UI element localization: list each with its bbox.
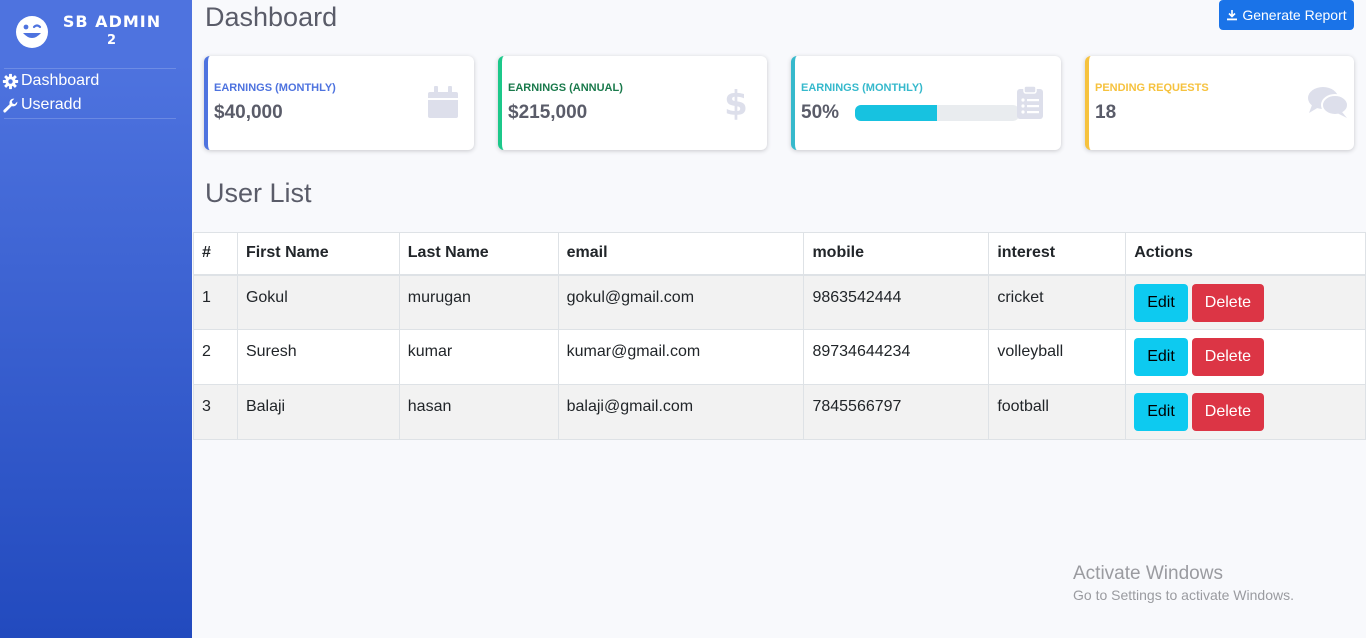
- card-earnings-monthly: Earnings (Monthly) $40,000: [204, 56, 474, 150]
- sidebar-divider: [4, 118, 176, 119]
- cell-interest: volleyball: [988, 329, 1127, 385]
- activate-windows-watermark: Activate Windows Go to Settings to activ…: [1073, 562, 1294, 605]
- user-list-title: User List: [205, 178, 312, 208]
- column-header: Last Name: [398, 232, 559, 276]
- cell-interest: cricket: [988, 274, 1127, 330]
- column-header: mobile: [803, 232, 990, 276]
- edit-button[interactable]: Edit: [1134, 283, 1188, 322]
- cell-first-name: Balaji: [236, 384, 400, 440]
- card-label: Earnings (Monthly): [801, 82, 923, 94]
- calendar-icon: [428, 86, 458, 118]
- cell-email: balaji@gmail.com: [557, 384, 805, 440]
- card-earnings-annual: Earnings (Annual) $215,000 $: [498, 56, 767, 150]
- user-table: # First Name Last Name email mobile inte…: [193, 232, 1366, 440]
- delete-button[interactable]: Delete: [1191, 393, 1265, 431]
- card-value: $215,000: [508, 102, 588, 123]
- card-value: 50%: [801, 102, 840, 123]
- cell-id: 2: [193, 329, 238, 385]
- gear-icon: [2, 73, 19, 89]
- generate-report-button[interactable]: Generate Report: [1219, 0, 1354, 30]
- progress-fill: [855, 105, 937, 121]
- cell-actions: Edit Delete: [1125, 274, 1366, 330]
- card-value: $40,000: [214, 102, 283, 123]
- table-row: 1 Gokul murugan gokul@gmail.com 98635424…: [193, 274, 1366, 330]
- wrench-icon: [3, 98, 18, 113]
- brand[interactable]: SB ADMIN 2: [0, 0, 192, 68]
- column-header: Actions: [1125, 232, 1366, 276]
- cell-actions: Edit Delete: [1125, 329, 1366, 385]
- cell-email: gokul@gmail.com: [557, 274, 805, 330]
- cell-mobile: 89734644234: [803, 329, 990, 385]
- column-header: #: [193, 232, 238, 276]
- card-pending-requests: Pending Requests 18: [1085, 56, 1354, 150]
- edit-button[interactable]: Edit: [1134, 393, 1188, 431]
- cell-email: kumar@gmail.com: [557, 329, 805, 385]
- cell-id: 3: [193, 384, 238, 440]
- progress-bar: [855, 105, 1019, 121]
- card-label: Pending Requests: [1095, 82, 1209, 94]
- cell-actions: Edit Delete: [1125, 384, 1366, 440]
- delete-button[interactable]: Delete: [1191, 338, 1265, 376]
- cell-id: 1: [193, 274, 238, 330]
- sidebar: SB ADMIN 2 Dashboard Useradd: [0, 0, 192, 638]
- watermark-title: Activate Windows: [1073, 563, 1223, 584]
- svg-text:$: $: [724, 84, 748, 120]
- watermark-subtitle: Go to Settings to activate Windows.: [1073, 587, 1294, 603]
- column-header: email: [557, 232, 805, 276]
- cell-last-name: kumar: [398, 329, 559, 385]
- download-icon: [1227, 10, 1238, 21]
- comments-icon: [1308, 87, 1349, 118]
- cell-mobile: 7845566797: [803, 384, 990, 440]
- delete-button[interactable]: Delete: [1191, 283, 1265, 322]
- cell-first-name: Suresh: [236, 329, 400, 385]
- sidebar-item-useradd[interactable]: Useradd: [2, 94, 81, 116]
- clipboard-icon: [1017, 85, 1043, 119]
- table-row: 3 Balaji hasan balaji@gmail.com 78455667…: [193, 384, 1366, 440]
- sidebar-item-label: Dashboard: [21, 72, 100, 89]
- laugh-wink-icon: [16, 16, 48, 48]
- generate-report-label: Generate Report: [1242, 7, 1347, 23]
- column-header: interest: [988, 232, 1127, 276]
- brand-version: 2: [106, 33, 118, 48]
- sidebar-divider: [4, 68, 176, 69]
- cell-last-name: hasan: [398, 384, 559, 440]
- cell-last-name: murugan: [398, 274, 559, 330]
- table-row: 2 Suresh kumar kumar@gmail.com 897346442…: [193, 329, 1366, 385]
- card-earnings-progress: Earnings (Monthly) 50%: [791, 56, 1061, 150]
- brand-name: SB ADMIN 2: [60, 12, 164, 50]
- card-label: Earnings (Annual): [508, 82, 623, 94]
- cell-mobile: 9863542444: [803, 274, 990, 330]
- card-value: 18: [1095, 102, 1117, 123]
- sidebar-item-label: Useradd: [21, 96, 82, 113]
- dollar-icon: $: [724, 84, 748, 120]
- cell-first-name: Gokul: [236, 274, 400, 330]
- cell-interest: football: [988, 384, 1127, 440]
- brand-title: SB ADMIN: [62, 12, 162, 31]
- page-title: Dashboard: [205, 2, 338, 32]
- card-label: Earnings (Monthly): [214, 82, 336, 94]
- column-header: First Name: [236, 232, 400, 276]
- table-header-row: # First Name Last Name email mobile inte…: [193, 232, 1366, 276]
- edit-button[interactable]: Edit: [1134, 338, 1188, 376]
- sidebar-item-dashboard[interactable]: Dashboard: [2, 70, 99, 92]
